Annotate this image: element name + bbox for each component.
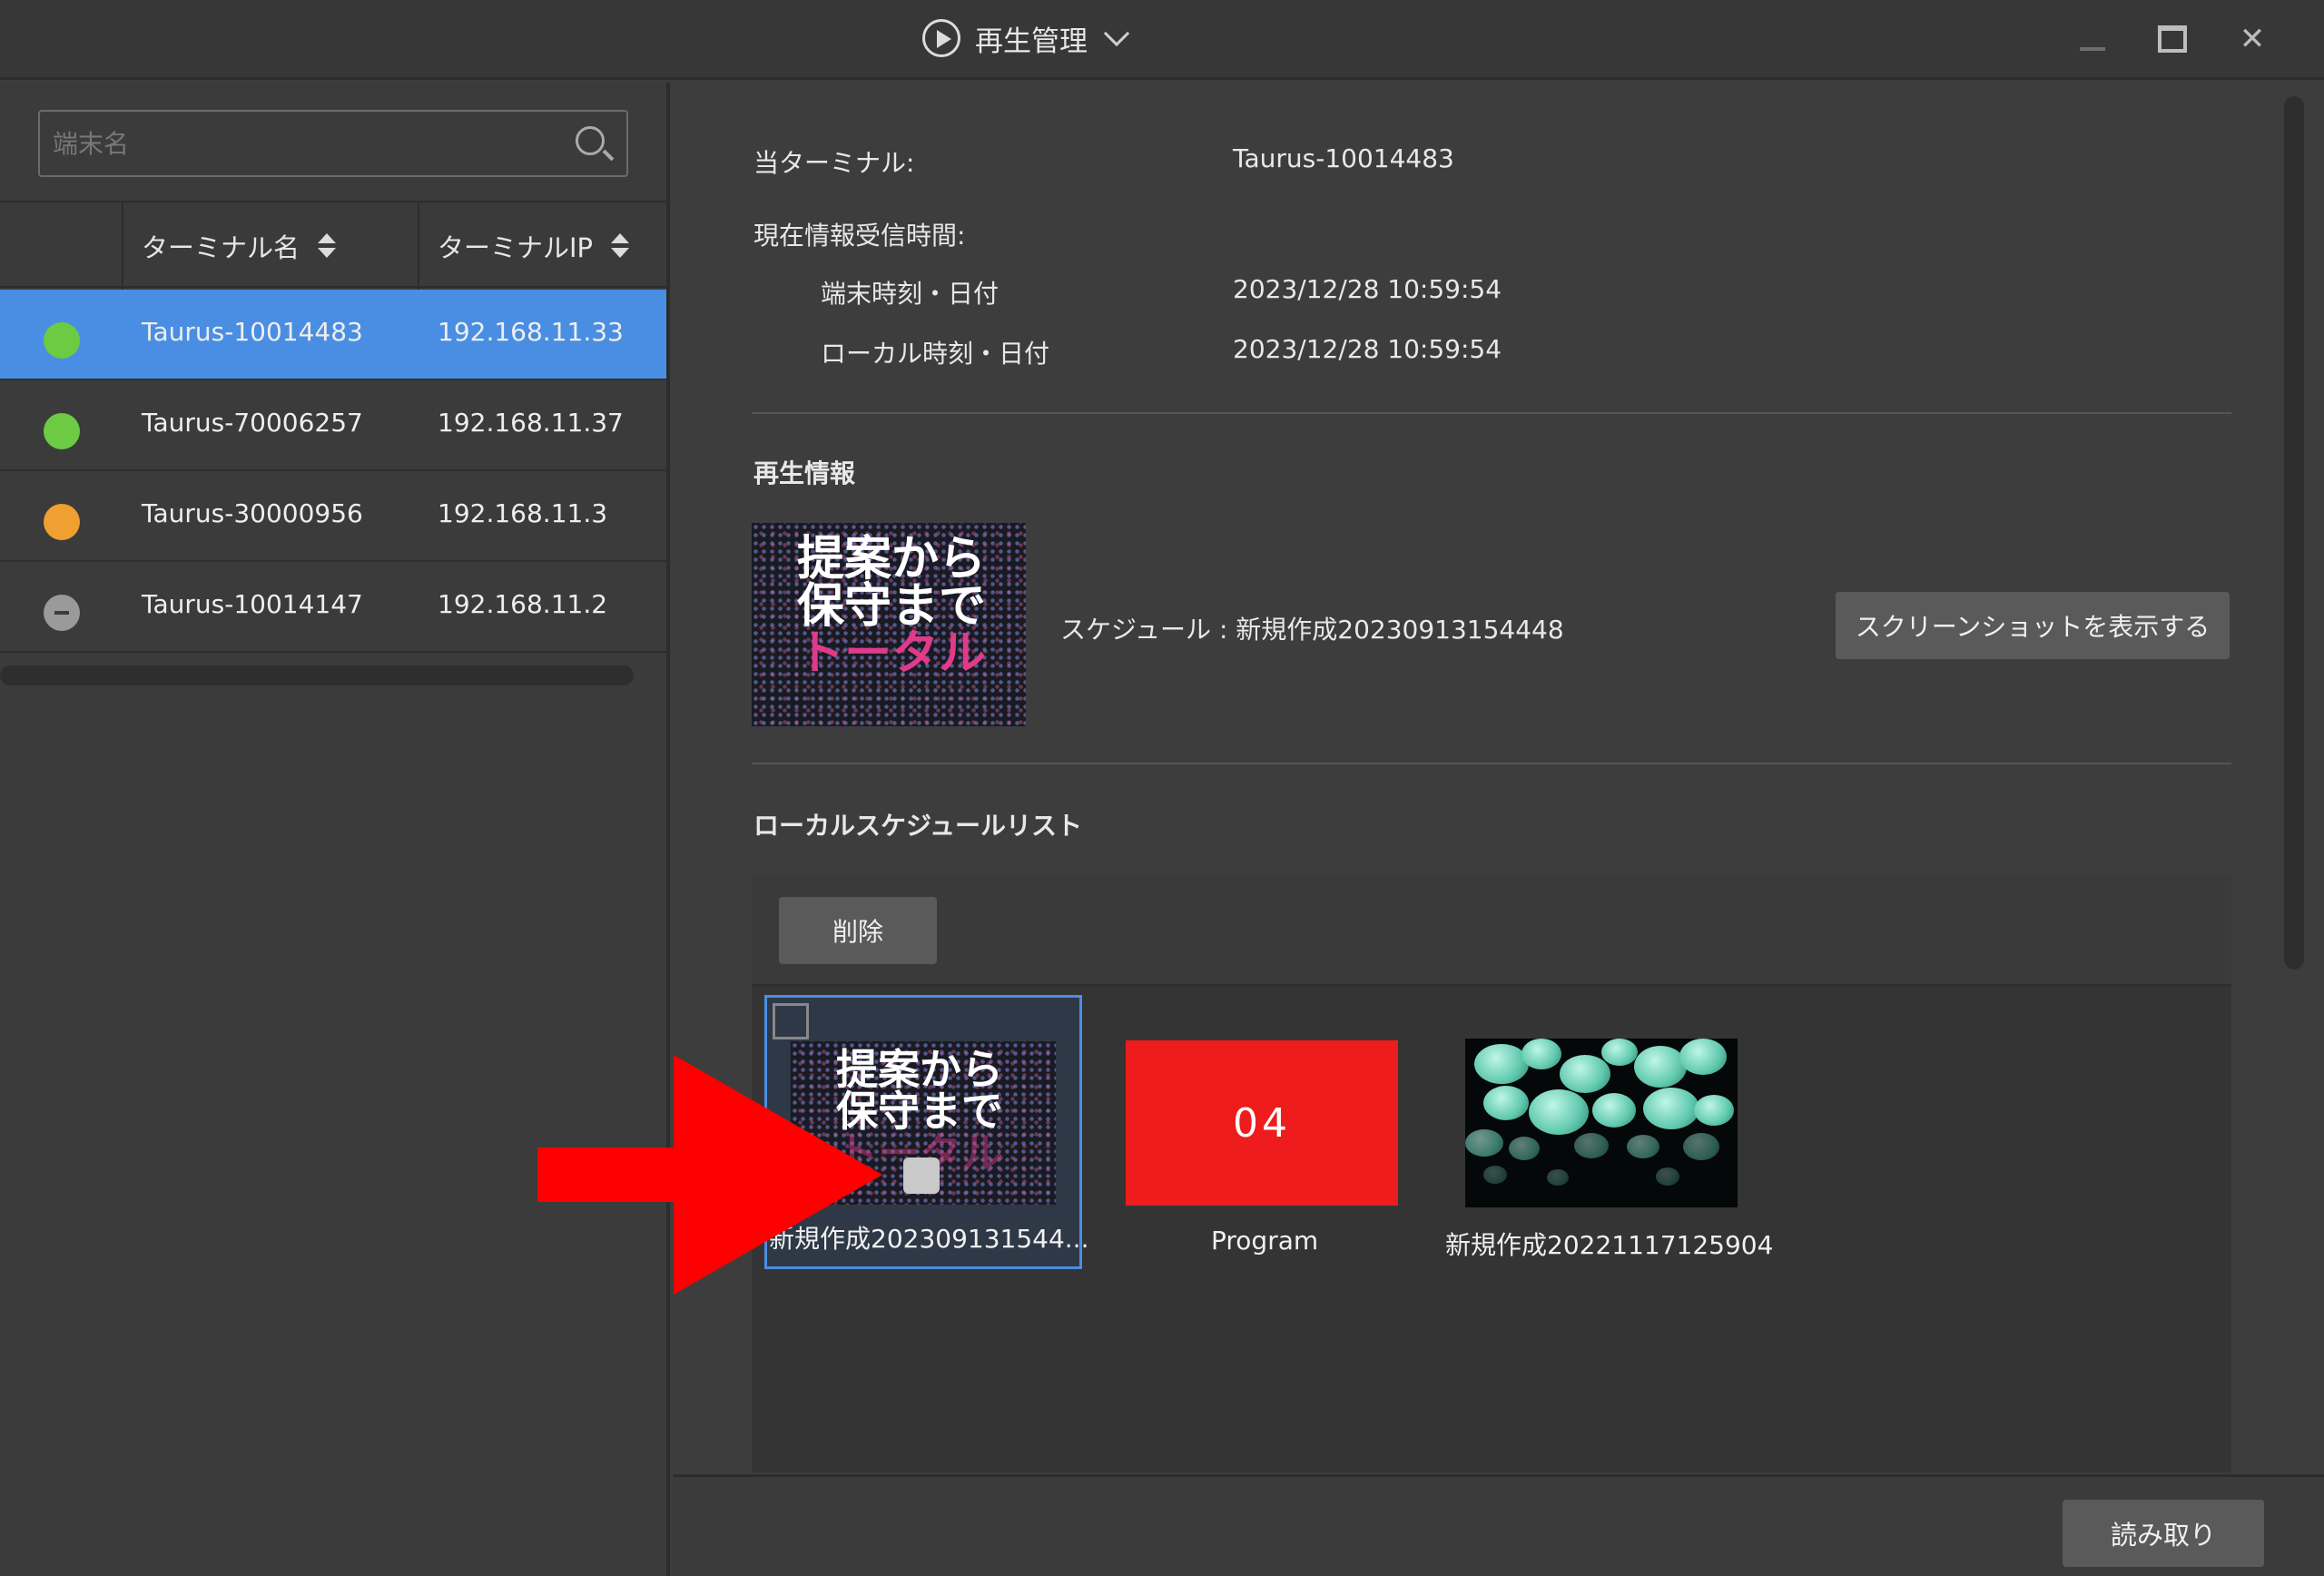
terminal-sidebar: ターミナル名 ターミナルIP Taurus-10014483 192.168.1… xyxy=(0,83,670,1576)
search-input[interactable] xyxy=(53,112,561,175)
column-divider xyxy=(122,202,123,290)
thumbnail-line-3: トータル xyxy=(797,626,987,681)
current-terminal-value: Taurus-10014483 xyxy=(1233,143,1454,173)
vertical-scrollbar[interactable] xyxy=(2284,96,2304,970)
app-window: 再生管理 ✕ ターミナル名 ターミナルIP Taurus-10014 xyxy=(0,0,2324,1576)
terminal-name: Taurus-10014483 xyxy=(142,317,363,347)
delete-button[interactable]: 削除 xyxy=(779,897,937,964)
terminal-row[interactable]: Taurus-70006257 192.168.11.37 xyxy=(0,380,666,471)
minimize-button[interactable] xyxy=(2070,18,2115,60)
terminal-row[interactable]: Taurus-30000956 192.168.11.3 xyxy=(0,471,666,562)
status-warning-icon xyxy=(44,504,80,540)
sort-icon[interactable] xyxy=(318,233,337,259)
thumbnail-text: 提案から 保守まで トータル xyxy=(797,536,986,677)
playback-section-title: 再生情報 xyxy=(753,458,856,488)
show-screenshot-button[interactable]: スクリーンショットを表示する xyxy=(1836,592,2230,659)
divider xyxy=(752,412,2231,414)
local-time-value: 2023/12/28 10:59:54 xyxy=(1233,334,1502,364)
schedule-card-program[interactable]: 04 xyxy=(1126,1040,1398,1206)
close-button[interactable]: ✕ xyxy=(2230,18,2275,60)
column-divider xyxy=(418,202,419,290)
bubble-decoration xyxy=(1509,1137,1540,1160)
chevron-down-icon xyxy=(1103,20,1130,47)
terminal-name: Taurus-70006257 xyxy=(142,408,363,438)
bubble-decoration xyxy=(1574,1133,1609,1158)
column-header-name[interactable]: ターミナル名 xyxy=(142,202,337,290)
program-tile-text: 04 xyxy=(1233,1099,1291,1147)
bubble-decoration xyxy=(1483,1086,1529,1120)
status-online-icon xyxy=(44,322,80,359)
device-time-value: 2023/12/28 10:59:54 xyxy=(1233,274,1502,304)
bubble-decoration xyxy=(1521,1039,1561,1069)
local-schedule-section-title: ローカルスケジュールリスト xyxy=(753,811,1083,841)
search-box xyxy=(38,110,628,177)
list-toolbar: 削除 xyxy=(752,873,2231,986)
bubble-decoration xyxy=(1627,1135,1659,1158)
bubble-decoration xyxy=(1656,1167,1679,1186)
title-bar: 再生管理 ✕ xyxy=(0,0,2324,80)
status-online-icon xyxy=(44,413,80,449)
schedule-checkbox[interactable] xyxy=(773,1003,809,1039)
local-time-label: ローカル時刻・日付 xyxy=(821,339,1050,369)
column-header-ip[interactable]: ターミナルIP xyxy=(438,202,630,290)
status-offline-icon xyxy=(44,595,80,631)
bubble-decoration xyxy=(1679,1039,1727,1075)
bubble-decoration xyxy=(1694,1095,1734,1126)
maximize-button[interactable] xyxy=(2150,18,2195,60)
now-playing-thumbnail: 提案から 保守まで トータル xyxy=(752,523,1026,726)
bubble-decoration xyxy=(1560,1055,1610,1093)
bubble-decoration xyxy=(1683,1133,1719,1160)
bubble-decoration xyxy=(1474,1044,1529,1084)
play-circle-icon xyxy=(922,19,960,57)
bubble-decoration xyxy=(1601,1039,1638,1066)
sort-icon[interactable] xyxy=(611,233,630,259)
red-arrow-annotation xyxy=(537,1055,882,1295)
terminal-name: Taurus-30000956 xyxy=(142,498,363,528)
bubble-decoration xyxy=(1547,1169,1569,1186)
schedule-caption: Program xyxy=(1211,1226,1319,1256)
search-icon[interactable] xyxy=(576,126,605,155)
bubble-decoration xyxy=(1634,1046,1687,1088)
terminal-ip: 192.168.11.2 xyxy=(438,589,608,619)
device-time-label: 端末時刻・日付 xyxy=(821,279,1000,309)
receive-time-label: 現在情報受信時間: xyxy=(753,221,966,251)
bubble-decoration xyxy=(1465,1129,1503,1157)
bubble-decoration xyxy=(1529,1089,1589,1135)
current-terminal-label: 当ターミナル: xyxy=(753,148,915,178)
divider xyxy=(752,763,2231,764)
column-header-ip-label: ターミナルIP xyxy=(438,232,594,263)
schedule-caption: 新規作成20221117125904 xyxy=(1445,1230,1774,1260)
bubble-decoration xyxy=(1592,1093,1636,1128)
bubble-decoration xyxy=(1643,1088,1699,1129)
current-schedule-text: スケジュール : 新規作成20230913154448 xyxy=(1060,615,1564,645)
bubble-decoration xyxy=(1483,1166,1507,1184)
terminal-name: Taurus-10014147 xyxy=(142,589,363,619)
terminal-ip: 192.168.11.37 xyxy=(438,408,624,438)
window-title: 再生管理 xyxy=(975,25,1088,58)
read-button[interactable]: 読み取り xyxy=(2063,1500,2264,1567)
terminal-table-header: ターミナル名 ターミナルIP xyxy=(0,201,666,290)
stop-icon[interactable] xyxy=(903,1157,940,1194)
thumbnail-line-2: 保守まで xyxy=(797,579,987,634)
horizontal-scrollbar[interactable] xyxy=(0,665,634,685)
terminal-row[interactable]: Taurus-10014483 192.168.11.33 xyxy=(0,290,666,380)
terminal-ip: 192.168.11.33 xyxy=(438,317,624,347)
terminal-ip: 192.168.11.3 xyxy=(438,498,608,528)
title-menu[interactable]: 再生管理 xyxy=(922,13,1130,64)
terminal-row[interactable]: Taurus-10014147 192.168.11.2 xyxy=(0,562,666,653)
thumbnail-line-1: 提案から xyxy=(797,532,987,586)
schedule-card-bubbles[interactable] xyxy=(1465,1039,1738,1207)
column-header-name-label: ターミナル名 xyxy=(142,232,300,263)
